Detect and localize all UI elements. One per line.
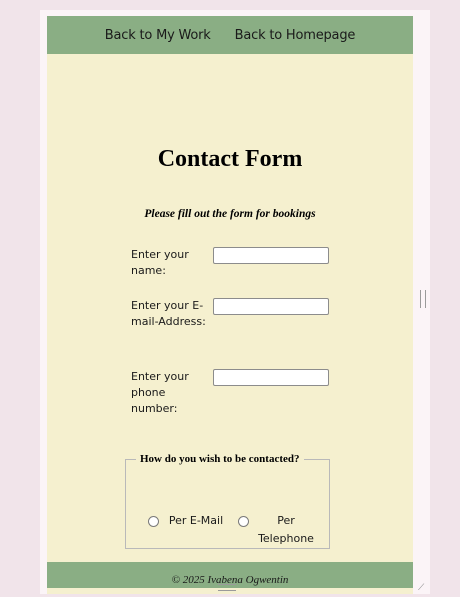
option-telephone[interactable]: Per Telephone xyxy=(238,512,318,548)
telephone-radio[interactable] xyxy=(238,516,249,527)
email-input[interactable] xyxy=(213,298,329,315)
email-label: Enter your E-mail-Address: xyxy=(131,299,206,328)
telephone-option-label: Per Telephone xyxy=(258,514,314,545)
phone-input[interactable] xyxy=(213,369,329,386)
option-email[interactable]: Per E-Mail xyxy=(148,512,228,530)
page-title: Contact Form xyxy=(157,146,303,172)
name-input[interactable] xyxy=(213,247,329,264)
contact-method-fieldset: How do you wish to be contacted? Per E-M… xyxy=(125,453,330,549)
email-radio[interactable] xyxy=(148,516,159,527)
form-subtitle: Please fill out the form for bookings xyxy=(144,208,316,220)
nav-link-homepage[interactable]: Back to Homepage xyxy=(235,28,356,43)
scrollbar-grip-icon[interactable] xyxy=(420,290,426,308)
drag-handle-icon[interactable] xyxy=(218,584,236,591)
email-option-label: Per E-Mail xyxy=(168,514,224,527)
top-nav: Back to My Work Back to Homepage xyxy=(47,16,413,54)
page: Back to My Work Back to Homepage Contact… xyxy=(47,16,413,594)
contact-method-legend: How do you wish to be contacted? xyxy=(140,453,300,465)
name-label: Enter your name: xyxy=(131,248,189,277)
resize-handle-icon[interactable]: ⟋ xyxy=(418,584,426,593)
phone-label: Enter your phone number: xyxy=(131,370,189,415)
nav-link-my-work[interactable]: Back to My Work xyxy=(105,28,211,43)
